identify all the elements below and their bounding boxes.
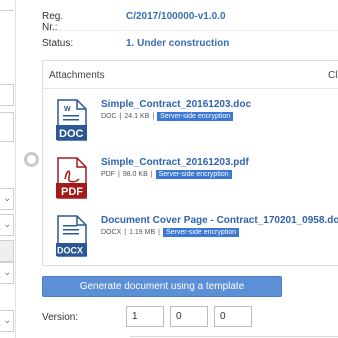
divider xyxy=(130,336,338,337)
left-select[interactable]: ⌄ xyxy=(0,310,14,332)
attachment-meta: DOC | 24.1 KB | Server-side encryption xyxy=(101,112,234,121)
pdf-file-icon[interactable]: PDF xyxy=(55,157,89,199)
attachment-link[interactable]: Simple_Contract_20161203.pdf xyxy=(101,157,249,168)
status-label: Status: xyxy=(42,38,74,49)
left-textarea[interactable] xyxy=(0,112,14,142)
file-size: 1.19 MB xyxy=(129,229,156,236)
chevron-down-icon: ⌄ xyxy=(3,315,11,325)
attachment-link[interactable]: Document Cover Page - Contract_170201_09… xyxy=(101,215,338,226)
attachments-panel: Attachments Cl W DOC Simple_Contract_201… xyxy=(42,60,338,266)
left-select[interactable]: ⌄ xyxy=(0,214,14,236)
svg-text:PDF: PDF xyxy=(61,186,83,198)
version-label: Version: xyxy=(42,312,79,323)
file-type: PDF xyxy=(101,171,115,178)
file-type: DOC xyxy=(101,113,117,120)
encryption-badge: Server-side encryption xyxy=(155,170,232,179)
attachment-link[interactable]: Simple_Contract_20161203.doc xyxy=(101,99,251,110)
version-major-input[interactable]: 1 xyxy=(126,306,164,327)
docx-file-icon[interactable]: DOCX xyxy=(55,215,89,257)
left-readonly-field xyxy=(0,240,14,262)
left-select[interactable]: ⌄ xyxy=(0,262,14,284)
splitter-handle[interactable] xyxy=(24,152,39,167)
attachments-header: Attachments Cl xyxy=(43,61,338,89)
file-size: 24.1 KB xyxy=(124,113,150,120)
version-minor-input[interactable]: 0 xyxy=(170,306,208,327)
encryption-badge: Server-side encryption xyxy=(162,228,239,237)
left-input-field[interactable] xyxy=(0,84,14,106)
doc-file-icon[interactable]: W DOC xyxy=(55,99,89,141)
attachments-title: Attachments xyxy=(49,70,105,81)
divider xyxy=(42,30,338,31)
chevron-down-icon: ⌄ xyxy=(3,267,11,277)
chevron-down-icon: ⌄ xyxy=(3,219,11,229)
status-value: 1. Under construction xyxy=(126,38,230,49)
left-divider xyxy=(0,10,14,11)
file-type: DOCX xyxy=(101,229,122,236)
attachments-header-action[interactable]: Cl xyxy=(328,70,337,81)
generate-document-button[interactable]: Generate document using a template xyxy=(42,276,282,297)
encryption-badge: Server-side encryption xyxy=(157,112,234,121)
reg-number-value: C/2017/100000-v1.0.0 xyxy=(126,11,226,22)
attachment-meta: PDF | 98.0 KB | Server-side encryption xyxy=(101,170,232,179)
svg-text:W: W xyxy=(64,106,71,113)
svg-text:DOCX: DOCX xyxy=(57,246,83,256)
file-size: 98.0 KB xyxy=(122,171,148,178)
attachment-item: PDF Simple_Contract_20161203.pdf PDF | 9… xyxy=(55,157,338,207)
left-form-column: ⌄ ⌄ ⌄ ⌄ xyxy=(0,0,16,338)
version-patch-input[interactable]: 0 xyxy=(214,306,252,327)
chevron-down-icon: ⌄ xyxy=(3,193,11,203)
attachment-item: DOCX Document Cover Page - Contract_1702… xyxy=(55,215,338,265)
left-select[interactable]: ⌄ xyxy=(0,188,14,210)
attachment-meta: DOCX | 1.19 MB | Server-side encryption xyxy=(101,228,239,237)
svg-text:DOC: DOC xyxy=(59,128,84,140)
attachment-item: W DOC Simple_Contract_20161203.doc DOC |… xyxy=(55,99,338,149)
